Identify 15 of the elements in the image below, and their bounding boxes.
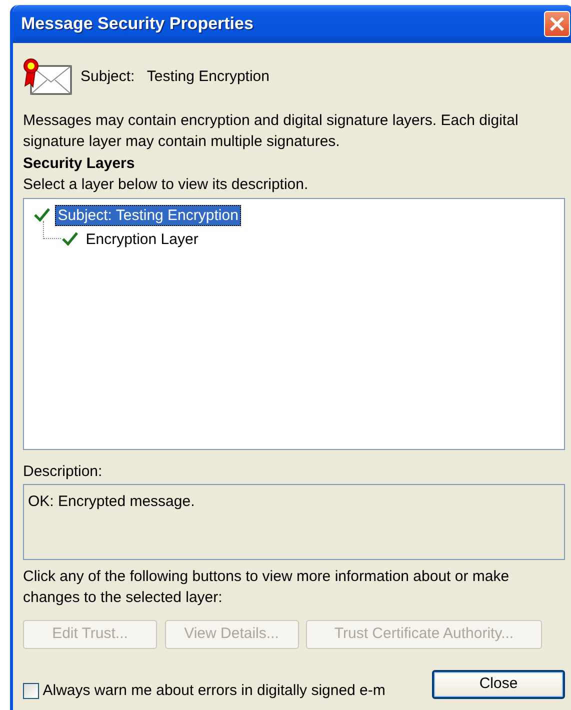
checkbox[interactable] (23, 683, 39, 700)
tree-item[interactable]: Subject: Testing Encryption (54, 204, 242, 226)
hint-text: Select a layer below to view its description. (23, 175, 310, 195)
window-title: Message Security Properties (21, 13, 254, 36)
close-button[interactable]: Close (432, 670, 565, 699)
close-icon[interactable] (544, 11, 570, 37)
subject-text: Subject: Testing Encryption (80, 66, 270, 87)
description-label: Description: (23, 462, 104, 482)
checkbox-label: Always warn me about errors in digitally signed e-m (42, 681, 386, 701)
description-box: OK: Encrypted message. (23, 484, 565, 560)
intro-text: Messages may contain encryption and digital signature layers. Each digital signature layer may contain multiple signatures. (23, 111, 520, 152)
tree-item[interactable]: Encryption Layer (82, 228, 202, 250)
hint-text: Click any of the following buttons to view more information about or make changes to the selected layer: (23, 567, 510, 608)
section-heading: Security Layers (23, 154, 136, 174)
signed-envelope-icon (23, 56, 73, 98)
